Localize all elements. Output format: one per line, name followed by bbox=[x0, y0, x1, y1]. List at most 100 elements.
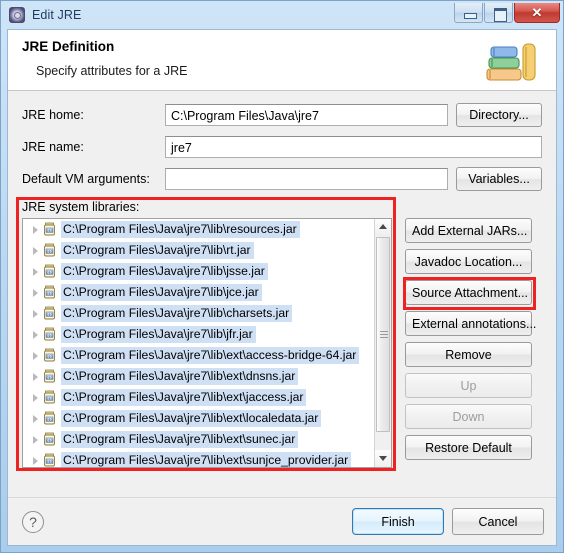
jre-name-label: JRE name: bbox=[22, 140, 84, 154]
jre-home-input[interactable]: C:\Program Files\Java\jre7 bbox=[165, 104, 448, 126]
help-icon[interactable]: ? bbox=[22, 510, 44, 533]
expand-arrow-icon[interactable] bbox=[29, 370, 42, 383]
list-item[interactable]: 010 C:\Program Files\Java\jre7\lib\ext\lo… bbox=[23, 408, 374, 429]
list-item-label: C:\Program Files\Java\jre7\lib\jsse.jar bbox=[61, 263, 268, 280]
svg-text:010: 010 bbox=[46, 249, 53, 254]
jar-file-icon: 010 bbox=[42, 369, 57, 384]
jar-file-icon: 010 bbox=[42, 243, 57, 258]
vm-arguments-row: Default VM arguments: Variables... bbox=[22, 167, 542, 191]
expand-arrow-icon[interactable] bbox=[29, 328, 42, 341]
external-annotations-button[interactable]: External annotations... bbox=[405, 311, 536, 336]
vm-arguments-label: Default VM arguments: bbox=[22, 172, 150, 186]
list-item-label: C:\Program Files\Java\jre7\lib\jfr.jar bbox=[61, 326, 256, 343]
list-item-label: C:\Program Files\Java\jre7\lib\rt.jar bbox=[61, 242, 254, 259]
expand-arrow-icon[interactable] bbox=[29, 244, 42, 257]
restore-default-button[interactable]: Restore Default bbox=[405, 435, 532, 460]
jre-system-libraries-label: JRE system libraries: bbox=[22, 200, 140, 214]
svg-text:010: 010 bbox=[46, 459, 53, 464]
jar-file-icon: 010 bbox=[42, 222, 57, 237]
directory-button[interactable]: Directory... bbox=[456, 103, 542, 127]
list-item-label: C:\Program Files\Java\jre7\lib\ext\sunjc… bbox=[61, 452, 352, 467]
list-item-label: C:\Program Files\Java\jre7\lib\ext\jacce… bbox=[61, 389, 307, 406]
list-item[interactable]: 010 C:\Program Files\Java\jre7\lib\ext\dn… bbox=[23, 366, 374, 387]
expand-arrow-icon[interactable] bbox=[29, 307, 42, 320]
jre-gear-icon bbox=[9, 7, 25, 23]
list-item-label: C:\Program Files\Java\jre7\lib\charsets.… bbox=[61, 305, 293, 322]
expand-arrow-icon[interactable] bbox=[29, 349, 42, 362]
expand-arrow-icon[interactable] bbox=[29, 412, 42, 425]
list-item[interactable]: 010 C:\Program Files\Java\jre7\lib\jfr.ja… bbox=[23, 324, 374, 345]
window-controls: ✕ bbox=[453, 3, 560, 23]
list-vertical-scrollbar[interactable] bbox=[374, 219, 391, 467]
jar-file-icon: 010 bbox=[42, 390, 57, 405]
close-button[interactable]: ✕ bbox=[514, 3, 560, 23]
svg-text:010: 010 bbox=[46, 228, 53, 233]
minimize-button[interactable] bbox=[454, 3, 483, 23]
scroll-down-arrow-icon[interactable] bbox=[375, 450, 391, 467]
scrollbar-thumb[interactable] bbox=[376, 237, 390, 432]
libraries-section: 010 C:\Program Files\Java\jre7\lib\resour… bbox=[22, 218, 542, 468]
javadoc-location-button[interactable]: Javadoc Location... bbox=[405, 249, 532, 274]
list-item[interactable]: 010 C:\Program Files\Java\jre7\lib\jsse.j… bbox=[23, 261, 374, 282]
expand-arrow-icon[interactable] bbox=[29, 433, 42, 446]
variables-button[interactable]: Variables... bbox=[456, 167, 542, 191]
jre-system-libraries-list[interactable]: 010 C:\Program Files\Java\jre7\lib\resour… bbox=[22, 218, 392, 468]
expand-arrow-icon[interactable] bbox=[29, 454, 42, 467]
list-item-label: C:\Program Files\Java\jre7\lib\jce.jar bbox=[61, 284, 262, 301]
jre-home-label: JRE home: bbox=[22, 108, 84, 122]
jar-file-icon: 010 bbox=[42, 432, 57, 447]
dialog-footer: ? Finish Cancel bbox=[8, 497, 556, 545]
jar-file-icon: 010 bbox=[42, 327, 57, 342]
remove-button[interactable]: Remove bbox=[405, 342, 532, 367]
source-attachment-button[interactable]: Source Attachment... bbox=[405, 280, 532, 305]
cancel-button[interactable]: Cancel bbox=[452, 508, 544, 535]
list-item[interactable]: 010 C:\Program Files\Java\jre7\lib\ext\su… bbox=[23, 429, 374, 450]
expand-arrow-icon[interactable] bbox=[29, 223, 42, 236]
vm-arguments-input[interactable] bbox=[165, 168, 448, 190]
scrollbar-grip-icon bbox=[380, 330, 388, 339]
maximize-button[interactable] bbox=[484, 3, 513, 23]
finish-button[interactable]: Finish bbox=[352, 508, 444, 535]
title-bar: Edit JRE ✕ bbox=[1, 1, 563, 29]
add-external-jars-button[interactable]: Add External JARs... bbox=[405, 218, 532, 243]
dialog-client-area: JRE Definition Specify attributes for a … bbox=[7, 29, 557, 546]
list-item-label: C:\Program Files\Java\jre7\lib\ext\local… bbox=[61, 410, 322, 427]
list-item-label: C:\Program Files\Java\jre7\lib\resources… bbox=[61, 221, 300, 238]
list-item[interactable]: 010 C:\Program Files\Java\jre7\lib\rt.jar bbox=[23, 240, 374, 261]
expand-arrow-icon[interactable] bbox=[29, 391, 42, 404]
svg-text:010: 010 bbox=[46, 396, 53, 401]
jar-file-icon: 010 bbox=[42, 264, 57, 279]
list-item[interactable]: 010 C:\Program Files\Java\jre7\lib\charse… bbox=[23, 303, 374, 324]
jre-name-input[interactable]: jre7 bbox=[165, 136, 542, 158]
window-title: Edit JRE bbox=[32, 8, 82, 22]
jar-file-icon: 010 bbox=[42, 453, 57, 467]
library-action-buttons: Add External JARs... Javadoc Location... S… bbox=[405, 218, 536, 466]
page-title: JRE Definition bbox=[22, 39, 115, 54]
list-item[interactable]: 010 C:\Program Files\Java\jre7\lib\resour… bbox=[23, 219, 374, 240]
list-item[interactable]: 010 C:\Program Files\Java\jre7\lib\ext\ja… bbox=[23, 387, 374, 408]
jar-file-icon: 010 bbox=[42, 348, 57, 363]
svg-text:010: 010 bbox=[46, 291, 53, 296]
scroll-up-arrow-icon[interactable] bbox=[375, 219, 391, 236]
jar-file-icon: 010 bbox=[42, 306, 57, 321]
svg-text:010: 010 bbox=[46, 438, 53, 443]
jar-file-icon: 010 bbox=[42, 285, 57, 300]
svg-text:010: 010 bbox=[46, 354, 53, 359]
list-item[interactable]: 010 C:\Program Files\Java\jre7\lib\ext\ac… bbox=[23, 345, 374, 366]
expand-arrow-icon[interactable] bbox=[29, 286, 42, 299]
edit-jre-dialog: Edit JRE ✕ JRE Definition Specify attrib… bbox=[0, 0, 564, 553]
jre-home-row: JRE home: C:\Program Files\Java\jre7 Dir… bbox=[22, 103, 542, 127]
books-icon bbox=[486, 43, 536, 81]
jar-file-icon: 010 bbox=[42, 411, 57, 426]
down-button: Down bbox=[405, 404, 532, 429]
list-item-label: C:\Program Files\Java\jre7\lib\ext\dnsns… bbox=[61, 368, 299, 385]
svg-text:010: 010 bbox=[46, 417, 53, 422]
list-item-label: C:\Program Files\Java\jre7\lib\ext\acces… bbox=[61, 347, 360, 364]
dialog-header: JRE Definition Specify attributes for a … bbox=[8, 30, 556, 91]
list-item[interactable]: 010 C:\Program Files\Java\jre7\lib\jce.ja… bbox=[23, 282, 374, 303]
svg-text:010: 010 bbox=[46, 333, 53, 338]
jre-form: JRE home: C:\Program Files\Java\jre7 Dir… bbox=[8, 91, 556, 468]
list-item[interactable]: 010 C:\Program Files\Java\jre7\lib\ext\su… bbox=[23, 450, 374, 467]
svg-text:010: 010 bbox=[46, 270, 53, 275]
expand-arrow-icon[interactable] bbox=[29, 265, 42, 278]
